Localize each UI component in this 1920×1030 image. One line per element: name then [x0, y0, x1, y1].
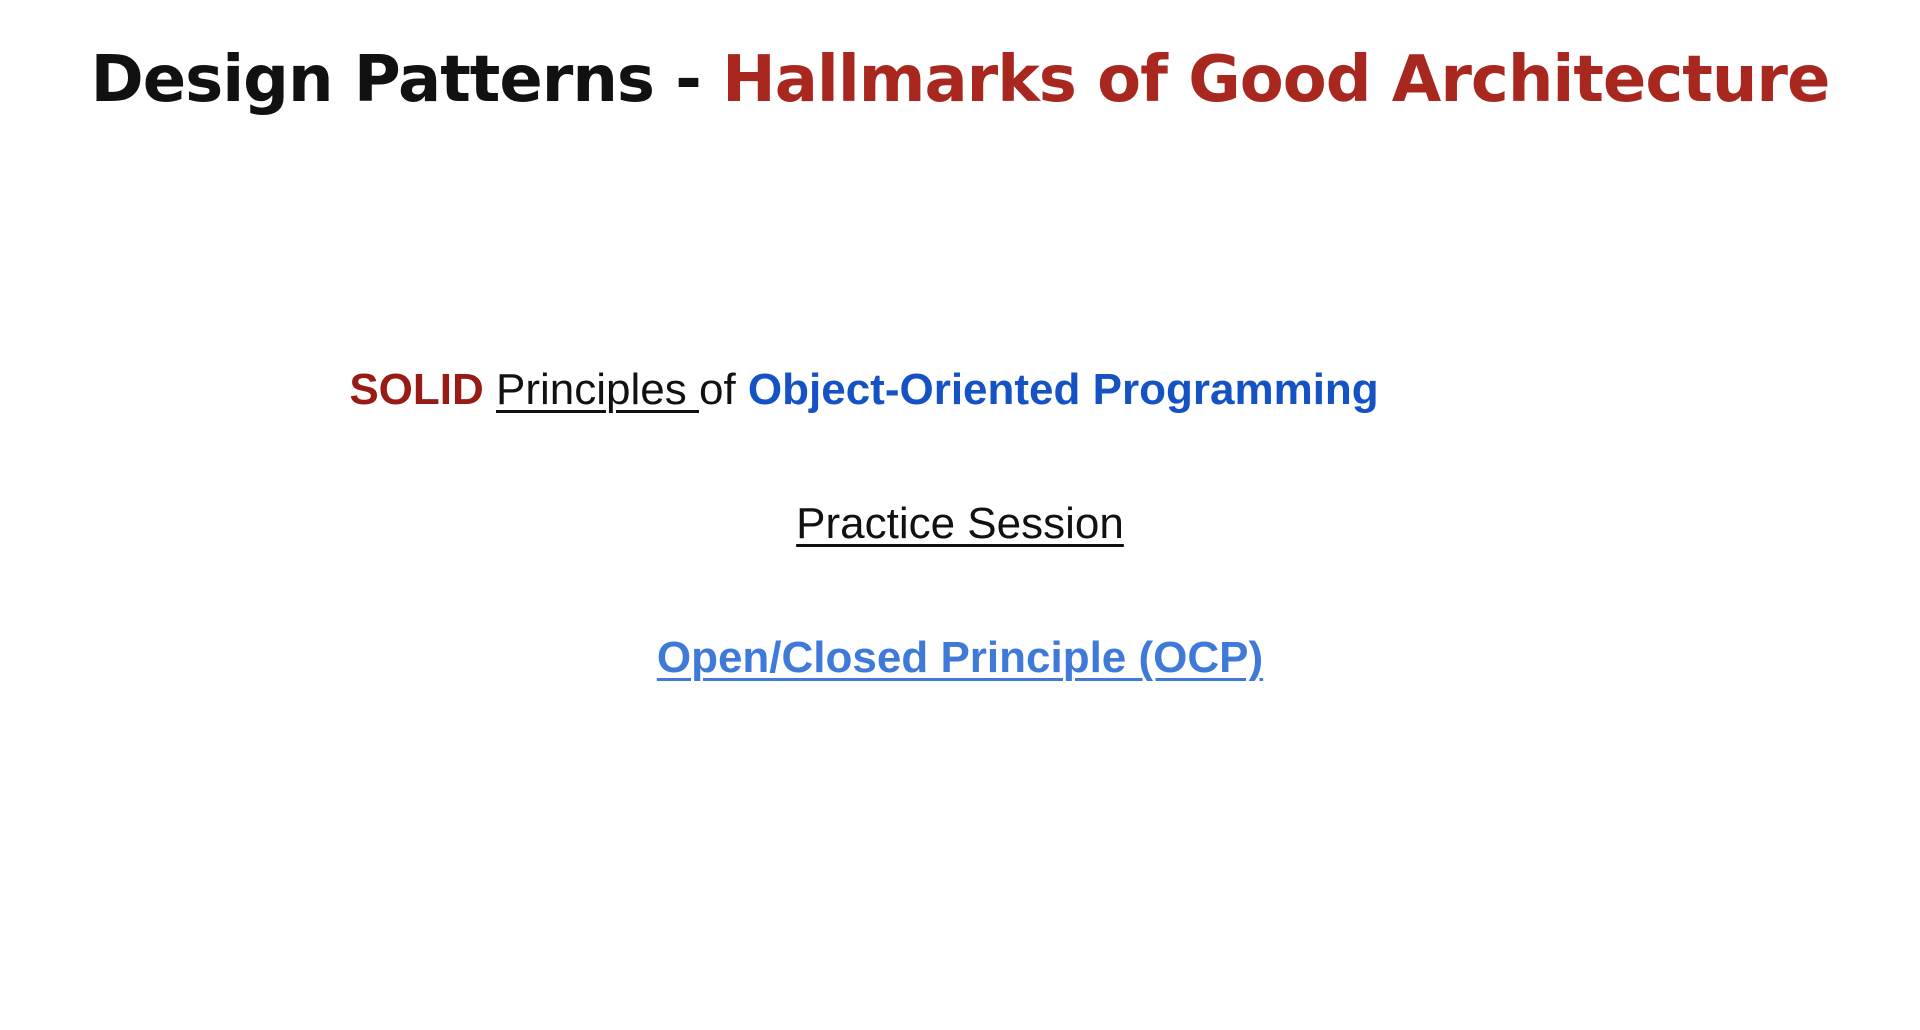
title-prefix: Design Patterns -: [90, 43, 723, 117]
solid-word: SOLID: [349, 365, 484, 414]
slide: Design Patterns - Hallmarks of Good Arch…: [0, 0, 1920, 1030]
solid-principles-text: SOLID Principles of Object-Oriented Prog…: [349, 365, 1378, 414]
ocp-link[interactable]: Open/Closed Principle (OCP): [657, 633, 1263, 682]
of-word: of: [698, 365, 748, 414]
ocp-line: Open/Closed Principle (OCP): [0, 632, 1920, 685]
practice-session-line: Practice Session: [0, 498, 1920, 551]
practice-session-text: Practice Session: [796, 499, 1124, 548]
oop-word: Object-Oriented Programming: [747, 365, 1379, 414]
title-main: Hallmarks of Good Architecture: [722, 43, 1830, 117]
solid-principles-line: SOLID Principles of Object-Oriented Prog…: [0, 364, 1920, 417]
principles-word: Principles: [496, 365, 699, 414]
slide-title: Design Patterns - Hallmarks of Good Arch…: [0, 42, 1920, 119]
